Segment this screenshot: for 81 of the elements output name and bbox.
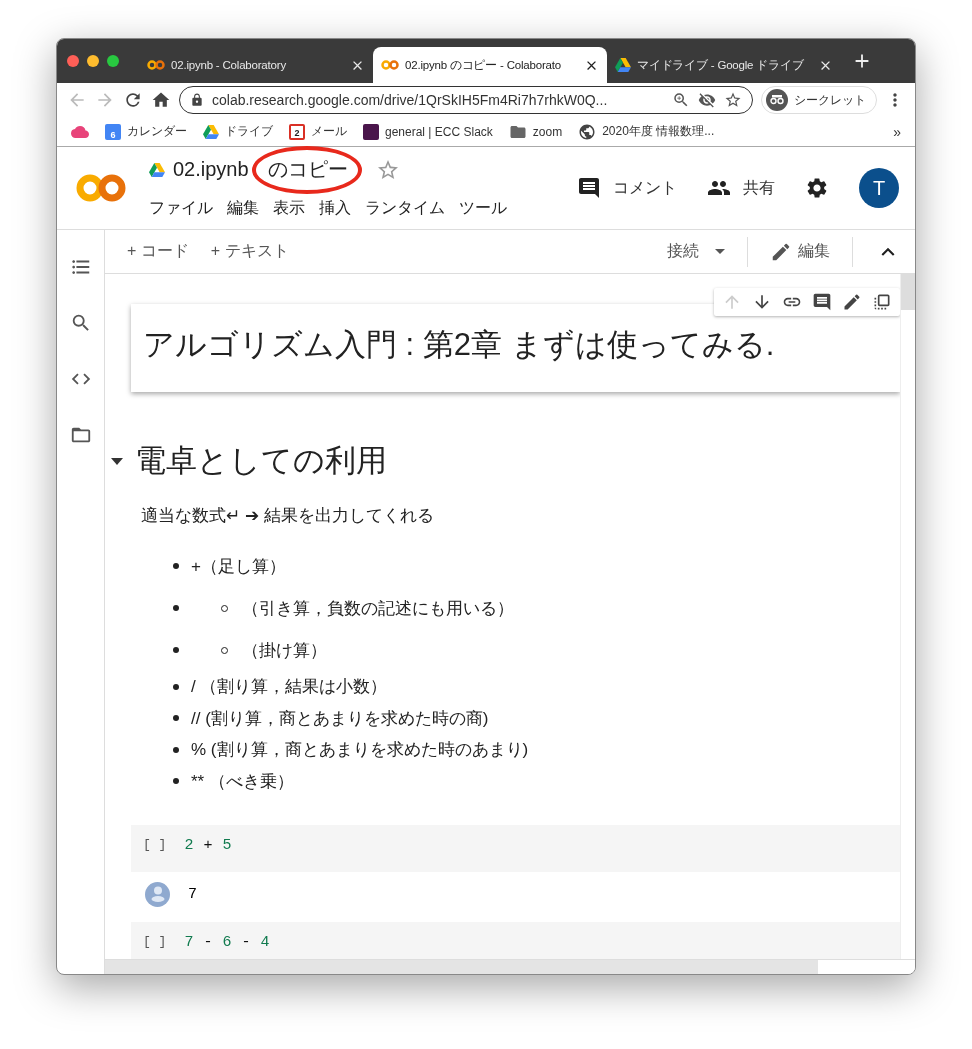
connect-button[interactable]: 接続	[667, 241, 725, 262]
lock-icon	[190, 93, 204, 107]
edit-button[interactable]: 編集	[770, 240, 830, 263]
copy-icon[interactable]	[872, 292, 892, 312]
bookmark[interactable]: 2020年度 情報数理...	[578, 122, 715, 141]
bookmark-star-icon[interactable]	[724, 91, 742, 109]
drive-logo-icon	[615, 58, 631, 72]
drive-logo-icon	[203, 124, 219, 139]
drive-logo-icon	[149, 162, 165, 177]
bullet-icon	[173, 715, 179, 722]
caret-icon	[715, 249, 725, 254]
minimize-window-icon[interactable]	[87, 55, 99, 67]
bullet-icon	[173, 746, 179, 753]
list-item: % (割り算，商とあまりを求めた時のあまり)	[191, 739, 529, 762]
code-line: 2 + 5	[184, 837, 232, 854]
code-cell[interactable]: [ ] 2 + 5	[131, 825, 900, 872]
run-prompt[interactable]: [ ]	[143, 934, 167, 949]
bookmark-label[interactable]: general | ECC Slack	[385, 124, 493, 139]
bookmark[interactable]: 6 カレンダー	[105, 123, 187, 140]
list-item: （引き算，負数の記述にも用いる）	[242, 597, 514, 620]
browser-tab[interactable]: 02.ipynb のコピー - Colaborato	[373, 47, 607, 83]
bookmark[interactable]: 2 メール	[289, 123, 347, 140]
browser-tab[interactable]: マイドライブ - Google ドライブ	[607, 47, 841, 83]
globe-icon	[578, 122, 597, 141]
settings-icon[interactable]	[805, 176, 829, 200]
zoom-icon[interactable]	[672, 91, 690, 109]
list-item: // (割り算，商とあまりを求めた時の商)	[191, 707, 489, 730]
user-avatar[interactable]: T	[859, 168, 899, 208]
list-item: （掛け算）	[242, 639, 327, 662]
list-item: / （割り算，結果は小数）	[191, 676, 388, 699]
menu-item[interactable]: ツール	[459, 197, 507, 219]
bookmark[interactable]: zoom	[508, 122, 563, 141]
comment-icon[interactable]	[812, 292, 832, 312]
incognito-icon	[766, 89, 788, 111]
maximize-window-icon[interactable]	[107, 55, 119, 67]
menu-item[interactable]: ランタイム	[365, 197, 445, 219]
colab-logo-icon	[381, 59, 399, 71]
avatar-icon	[145, 881, 170, 907]
bookmarks-overflow[interactable]: »	[893, 123, 901, 140]
bookmark-label[interactable]: ドライブ	[225, 123, 273, 140]
colab-logo-icon	[75, 173, 127, 203]
notebook-title[interactable]: 02.ipynb のコピー	[173, 156, 349, 183]
close-window-icon[interactable]	[67, 55, 79, 67]
add-cell-button[interactable]: + テキスト	[210, 241, 289, 262]
eye-off-icon[interactable]	[698, 91, 716, 109]
pencil-icon[interactable]	[842, 292, 862, 312]
code-line: 7 - 6 - 4	[184, 934, 270, 951]
colab-logo-icon	[147, 59, 165, 71]
browser-tab[interactable]: 02.ipynb - Colaboratory	[139, 47, 373, 83]
bookmark-label[interactable]: 2020年度 情報数理...	[602, 123, 715, 140]
section-heading: 電卓としての利用	[135, 442, 387, 480]
comment-button[interactable]: コメント	[577, 176, 677, 200]
cell-output: 7	[188, 885, 197, 903]
list-item: ** （べき乗）	[191, 770, 294, 793]
bullet-icon	[173, 647, 179, 653]
comment-icon	[577, 176, 601, 200]
menu-item[interactable]: 編集	[227, 197, 259, 219]
calendar-icon: 6	[105, 123, 121, 140]
run-prompt[interactable]: [ ]	[143, 837, 167, 852]
share-button[interactable]: 共有	[707, 176, 775, 200]
bullet-icon	[173, 605, 179, 611]
bullet-icon	[173, 563, 179, 569]
bookmark[interactable]: general | ECC Slack	[363, 123, 493, 140]
paragraph: 適当な数式↵ ➔ 結果を出力してくれる	[141, 505, 435, 527]
chat-icon	[363, 123, 379, 140]
add-cell-button[interactable]: + コード	[127, 241, 189, 262]
menu-item[interactable]: 挿入	[319, 197, 351, 219]
bookmark-label[interactable]: メール	[311, 123, 347, 140]
list-item: +（足し算）	[191, 555, 286, 578]
menu-item[interactable]: 表示	[273, 197, 305, 219]
reload-icon[interactable]	[123, 90, 143, 110]
bullet-icon	[173, 683, 179, 690]
bookmark-label[interactable]: zoom	[532, 124, 563, 139]
home-icon[interactable]	[151, 90, 171, 110]
notebook-heading: アルゴリズム入門 : 第2章 まずは使ってみる.	[143, 326, 776, 364]
menu-item[interactable]: ファイル	[149, 197, 213, 219]
bookmark-label[interactable]: カレンダー	[127, 123, 187, 140]
code-cell[interactable]: [ ] 7 - 6 - 4	[131, 922, 900, 959]
mail-icon: 2	[289, 123, 305, 140]
bullet-icon	[173, 778, 179, 785]
bookmark[interactable]: ドライブ	[203, 123, 273, 140]
